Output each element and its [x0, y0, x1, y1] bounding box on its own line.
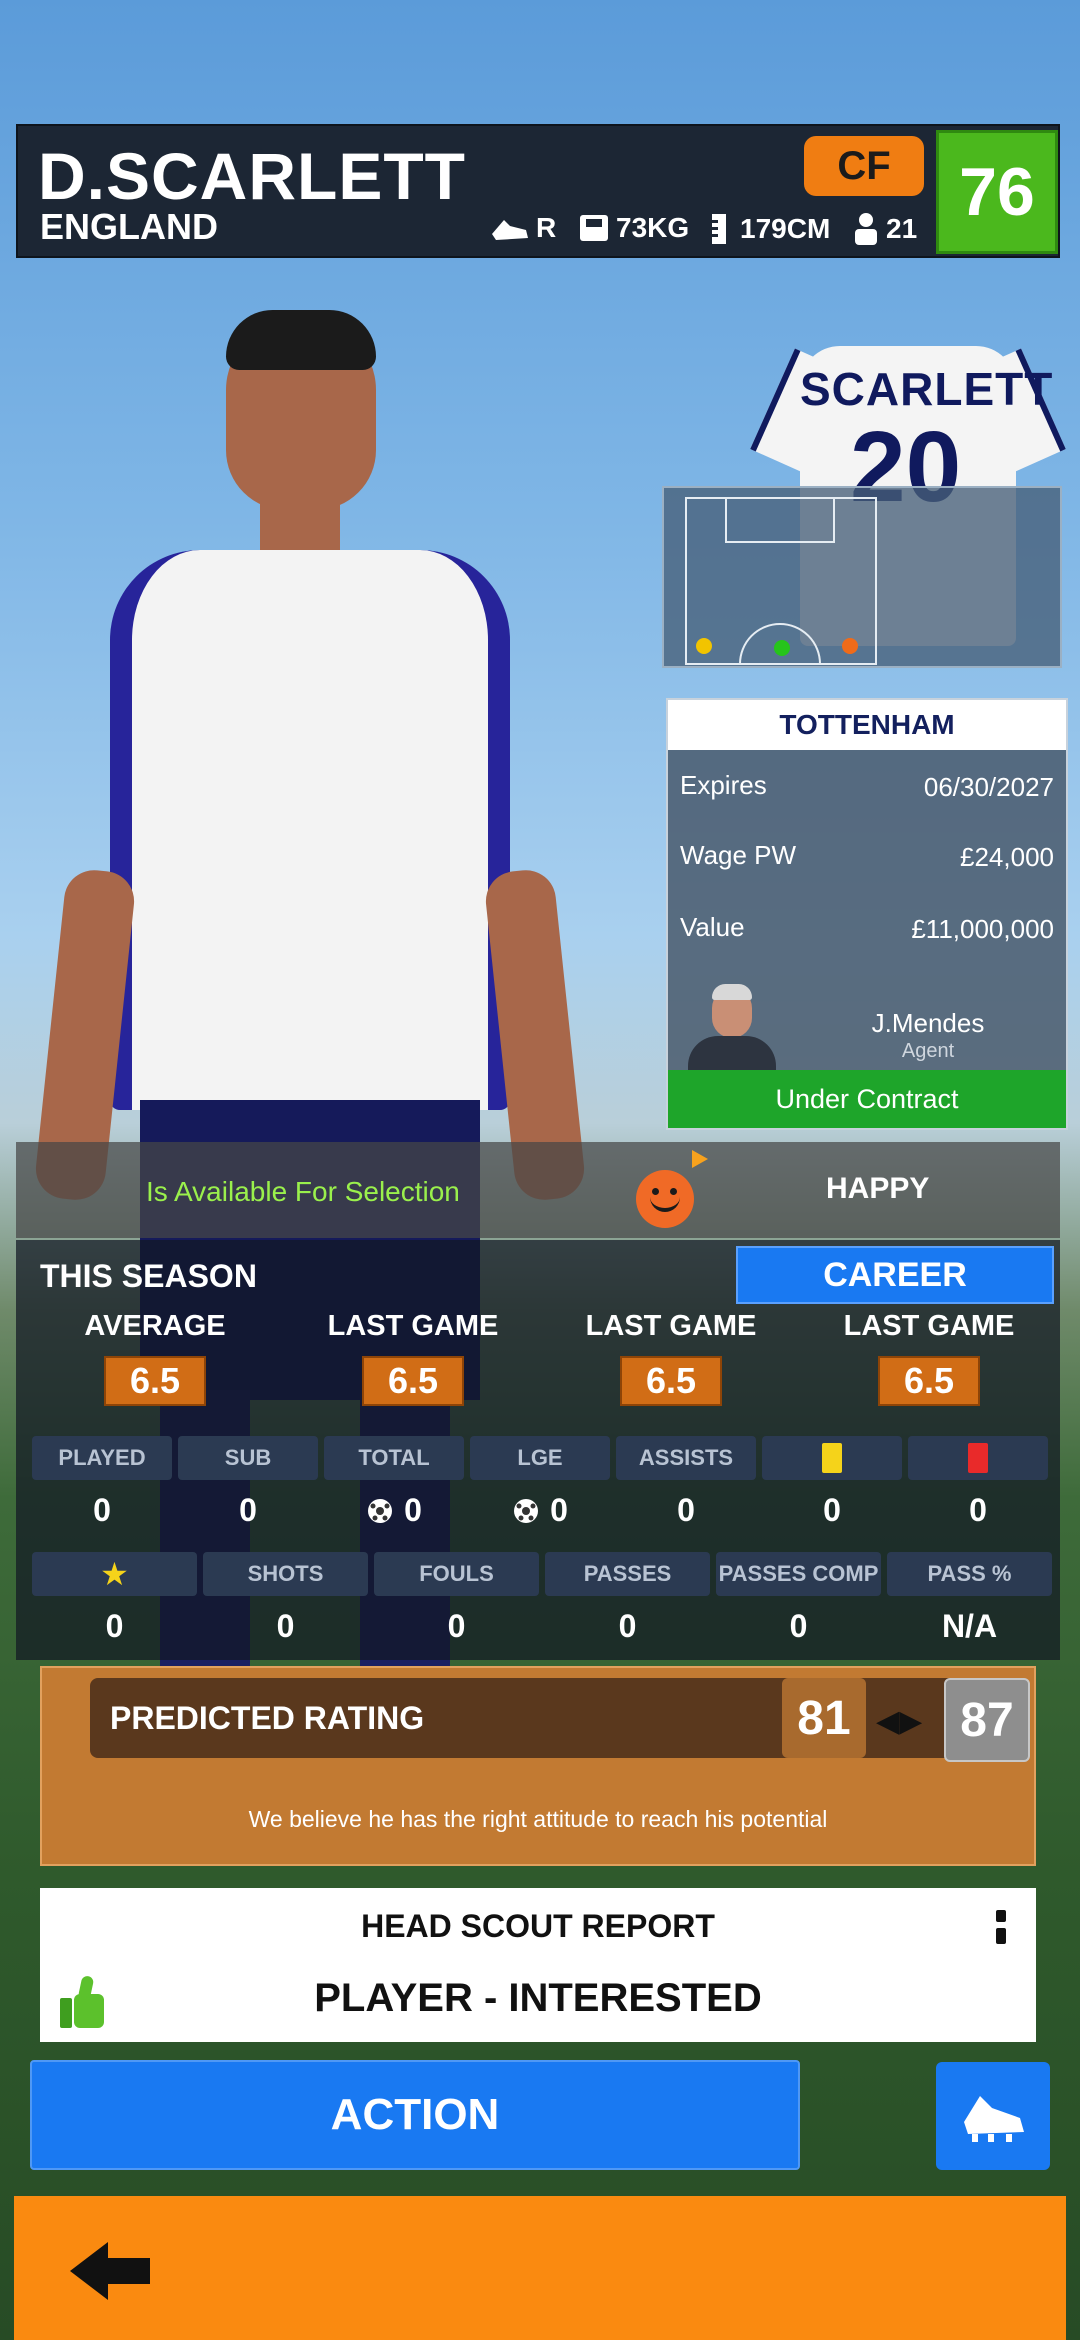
overall-rating-badge: 76 [936, 130, 1058, 254]
contract-expires-value: 06/30/2027 [923, 772, 1054, 802]
club-name: TOTTENHAM [668, 700, 1066, 750]
rating-value: 6.5 [104, 1356, 206, 1406]
stat-assists: ASSISTS 0 [616, 1436, 756, 1546]
back-arrow-shape [70, 2242, 150, 2300]
range-arrows-icon: ◀▶ [876, 1705, 923, 1738]
action-button[interactable]: ACTION [30, 2060, 800, 2170]
predicted-rating-note: We believe he has the right attitude to … [248, 1806, 828, 1832]
player-shirt [110, 550, 510, 1110]
career-button[interactable]: CAREER [736, 1246, 1054, 1304]
player-hair [226, 310, 376, 370]
agent-role: Agent [901, 1040, 955, 1062]
rating-value: 6.5 [878, 1356, 980, 1406]
player-height: 179CM [704, 212, 830, 246]
availability-bar: Is Available For Selection HAPPY [16, 1142, 1060, 1238]
happy-face-icon [636, 1170, 694, 1228]
wage-value: £24,000 [960, 842, 1054, 872]
person-icon [855, 213, 877, 245]
contract-status-bar: Under Contract [668, 1070, 1066, 1128]
football-icon [514, 1498, 539, 1523]
rating-label: LAST GAME [327, 1310, 499, 1342]
mood-label: HAPPY [826, 1172, 930, 1205]
scout-report-result: PLAYER - INTERESTED [314, 1976, 762, 2020]
availability-text: Is Available For Selection [146, 1176, 460, 1207]
rating-last-game: LAST GAME 6.5 [284, 1310, 542, 1406]
season-title: THIS SEASON [40, 1258, 257, 1294]
wage-label: Wage PW [680, 840, 797, 870]
rating-value: 6.5 [620, 1356, 722, 1406]
player-weight: 73KG [578, 212, 689, 244]
yellow-card-icon [822, 1443, 842, 1473]
stat-man-of-match: ★ 0 [32, 1552, 197, 1662]
football-boot-icon [964, 2096, 1024, 2142]
rating-last-game: LAST GAME 6.5 [542, 1310, 800, 1406]
stat-pass-percentage: PASS % N/A [887, 1552, 1052, 1662]
stat-played: PLAYED 0 [32, 1436, 172, 1546]
pitch-lines [685, 497, 877, 665]
star-icon: ★ [100, 1556, 129, 1592]
scale-icon [580, 215, 608, 241]
ruler-icon [712, 214, 726, 244]
boot-button[interactable] [936, 2062, 1050, 2170]
red-card-icon [968, 1443, 988, 1473]
mood-arrow-icon [692, 1150, 708, 1168]
rating-average: AVERAGE 6.5 [26, 1310, 284, 1406]
predicted-rating-max: 87 [944, 1678, 1030, 1762]
back-arrow-icon[interactable] [66, 2238, 156, 2304]
rating-label: LAST GAME [585, 1310, 757, 1342]
stats-row-2: ★ 0 SHOTS 0 FOULS 0 PASSES 0 PASSES COMP… [32, 1552, 1052, 1662]
rating-label: LAST GAME [843, 1310, 1015, 1342]
stat-league-goals: LGE 0 [470, 1436, 610, 1546]
stat-red-cards: 0 [908, 1436, 1048, 1546]
agent-name: J.Mendes [871, 1008, 985, 1038]
position-dot-green [774, 640, 790, 656]
club-contract-card: TOTTENHAM Expires 06/30/2027 Wage PW £24… [666, 698, 1068, 1130]
position-pitch-map [662, 486, 1062, 668]
agent-avatar [682, 984, 780, 1070]
player-header: D.SCARLETT ENGLAND R 73KG 179CM 21 CF 76 [16, 124, 1060, 258]
football-icon [368, 1498, 393, 1523]
position-badge: CF [804, 136, 924, 196]
player-age: 21 [852, 212, 917, 246]
position-dot-orange [842, 638, 858, 654]
contract-expires-label: Expires [680, 770, 767, 800]
stat-yellow-cards: 0 [762, 1436, 902, 1546]
preferred-foot: R [490, 212, 556, 244]
player-name: D.SCARLETT [38, 139, 466, 213]
scout-report-title: HEAD SCOUT REPORT [361, 1908, 715, 1944]
stat-fouls: FOULS 0 [374, 1552, 539, 1662]
predicted-rating-min: 81 [782, 1678, 866, 1758]
value-value: £11,000,000 [911, 914, 1054, 944]
predicted-rating-label: PREDICTED RATING [110, 1700, 425, 1736]
player-nation: ENGLAND [40, 206, 218, 247]
value-label: Value [680, 912, 745, 942]
predicted-rating-bar: PREDICTED RATING 81 ◀▶ 87 [90, 1678, 1030, 1762]
rating-last-game: LAST GAME 6.5 [800, 1310, 1058, 1406]
bottom-navigation-bar [14, 2196, 1066, 2340]
boot-icon [492, 220, 528, 240]
more-icon[interactable] [996, 1910, 1006, 1944]
stat-total-goals: TOTAL 0 [324, 1436, 464, 1546]
predicted-rating-panel: PREDICTED RATING 81 ◀▶ 87 We believe he … [40, 1666, 1036, 1866]
rating-label: AVERAGE [84, 1310, 226, 1342]
season-stats-panel: THIS SEASON CAREER AVERAGE 6.5 LAST GAME… [16, 1240, 1060, 1660]
position-dot-yellow [696, 638, 712, 654]
stats-row-1: PLAYED 0 SUB 0 TOTAL 0 LGE 0 ASSISTS 0 0… [32, 1436, 1052, 1546]
stat-shots: SHOTS 0 [203, 1552, 368, 1662]
stat-passes: PASSES 0 [545, 1552, 710, 1662]
stat-passes-completed: PASSES COMP 0 [716, 1552, 881, 1662]
stat-sub: SUB 0 [178, 1436, 318, 1546]
rating-value: 6.5 [362, 1356, 464, 1406]
jersey-name: SCARLETT [800, 363, 1054, 415]
scout-report-panel[interactable]: HEAD SCOUT REPORT PLAYER - INTERESTED [40, 1888, 1036, 2042]
